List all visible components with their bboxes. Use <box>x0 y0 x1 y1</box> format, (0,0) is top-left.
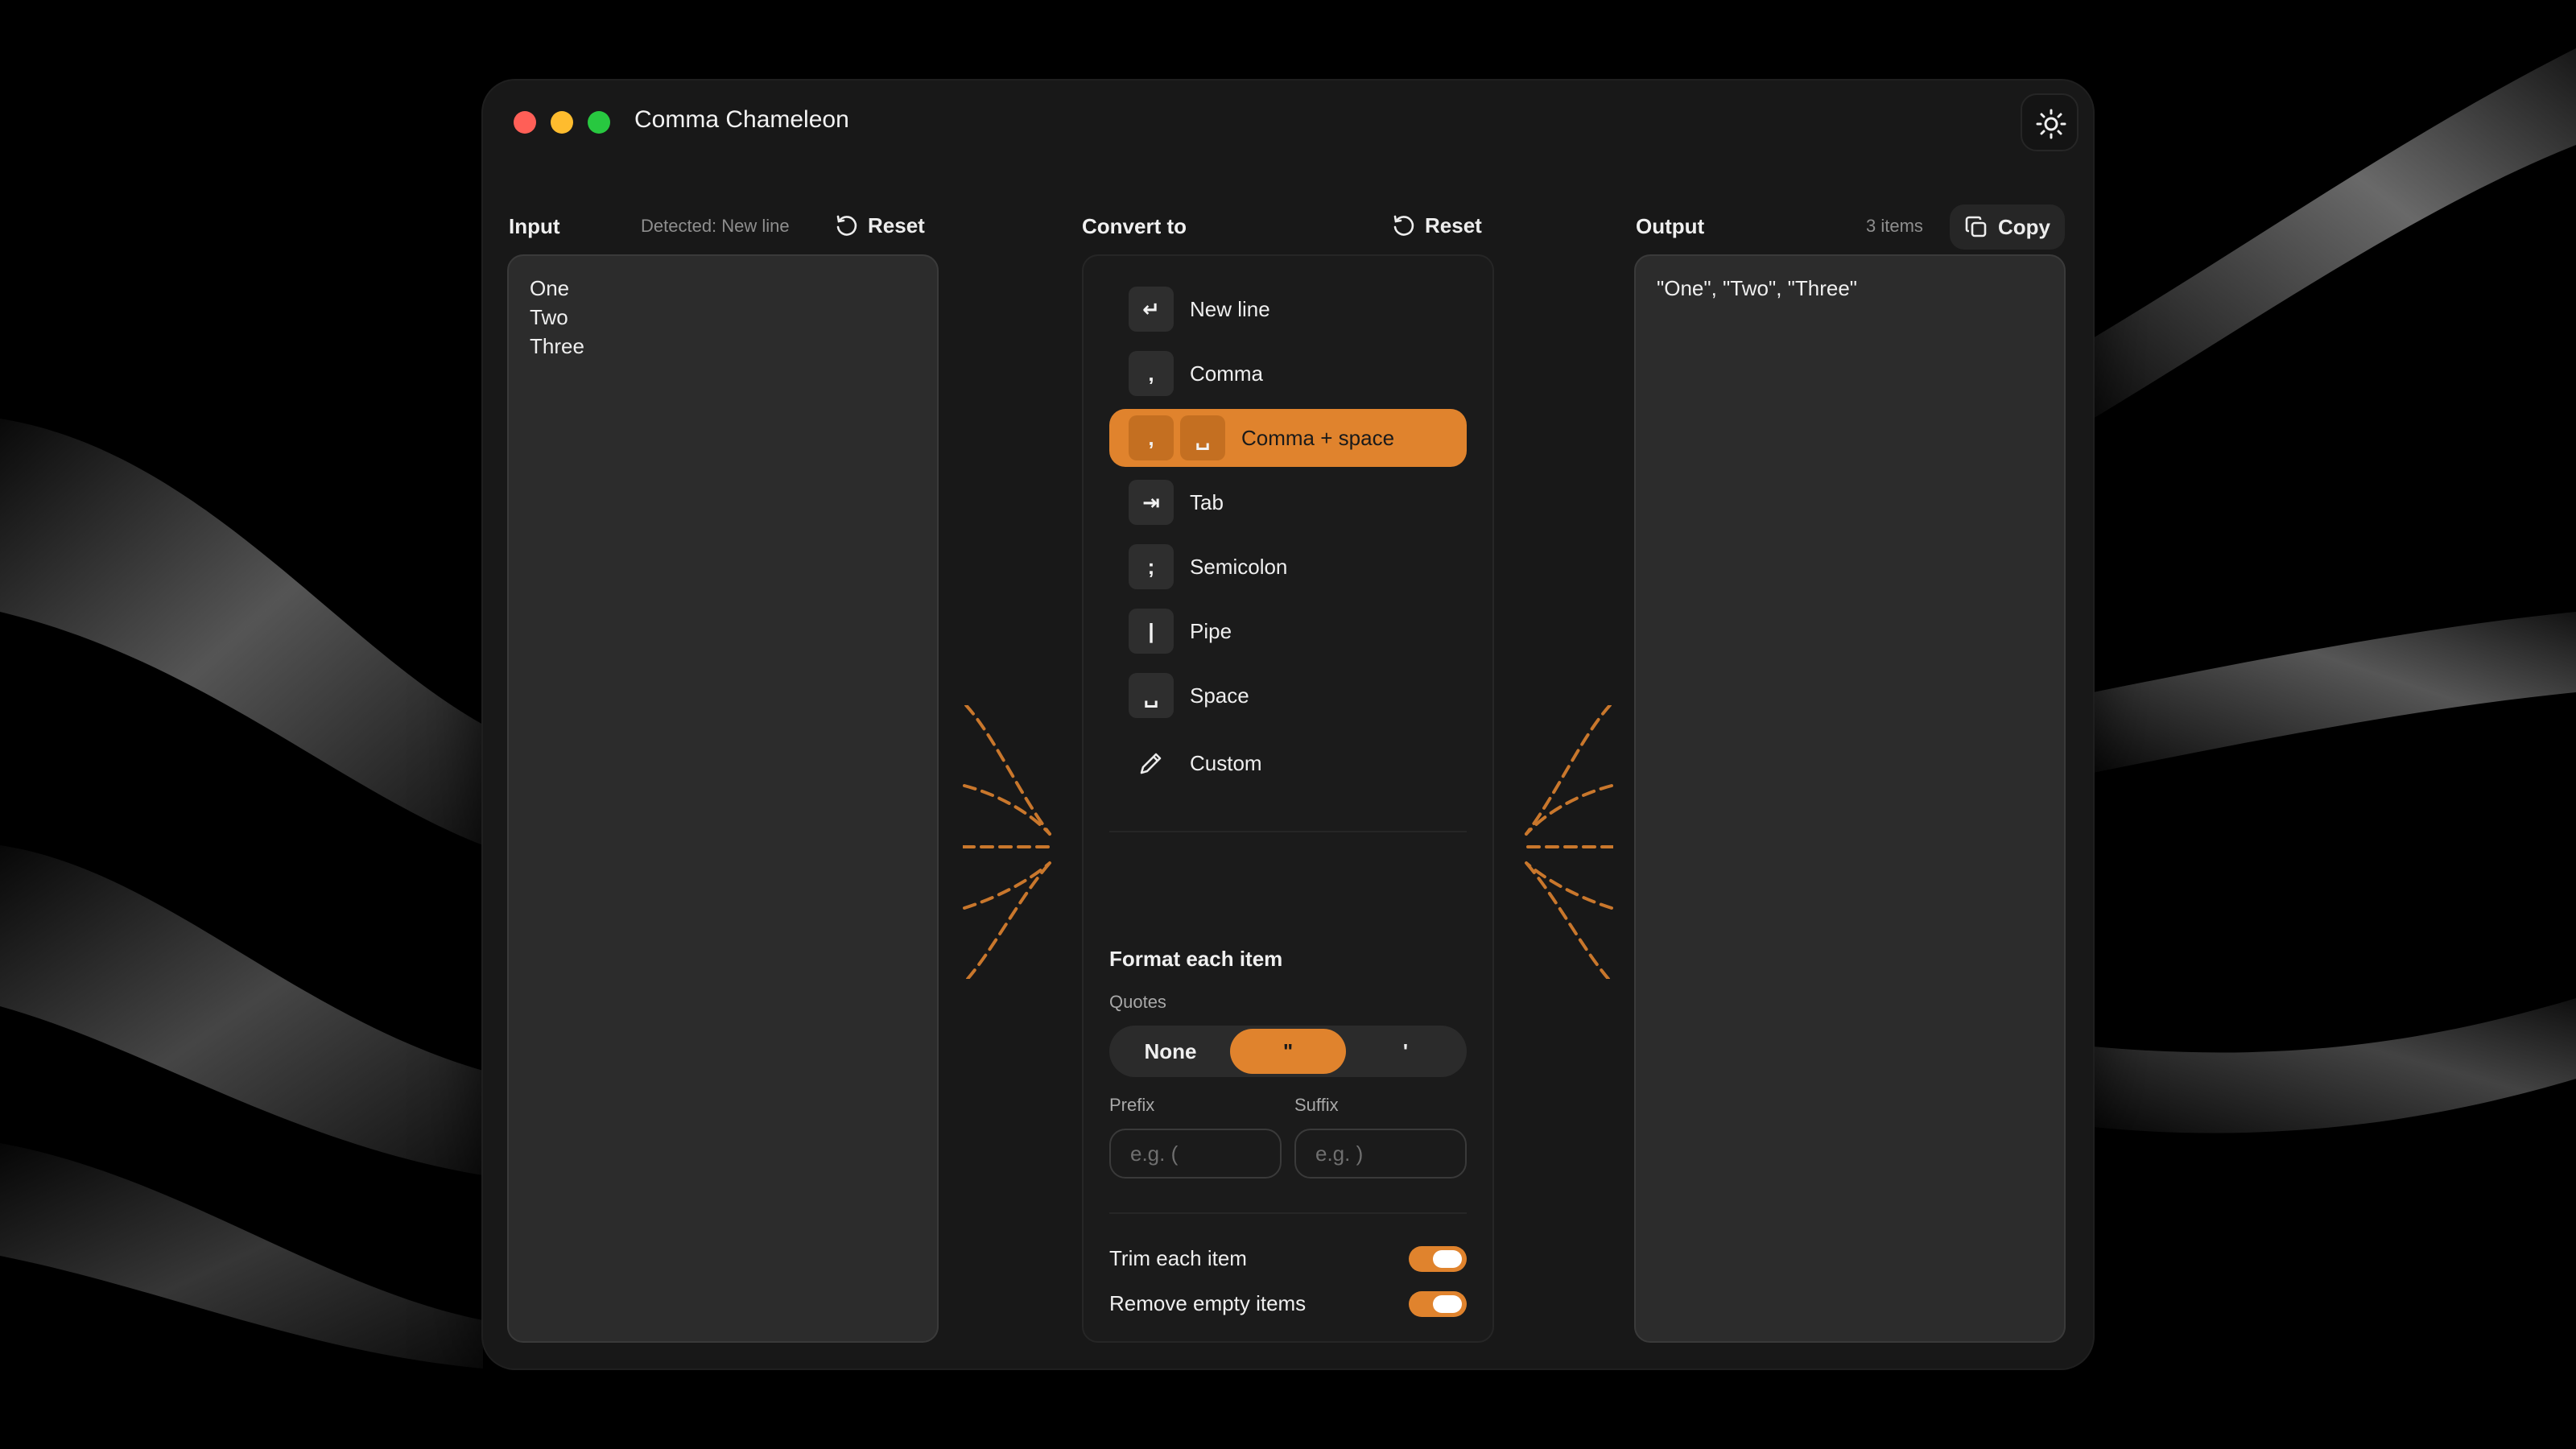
pencil-icon <box>1129 741 1174 786</box>
pipe-icon: | <box>1129 609 1174 654</box>
maximize-window-button[interactable] <box>588 111 610 134</box>
option-label: Space <box>1190 683 1249 708</box>
output-header: Output 3 items Copy <box>1634 201 2066 250</box>
app-title: Comma Chameleon <box>634 106 849 133</box>
sun-icon <box>2036 109 2066 139</box>
option-label: Semicolon <box>1190 554 1288 579</box>
option-label: Custom <box>1190 750 1262 775</box>
quotes-label: Quotes <box>1109 992 1166 1012</box>
option-label: Tab <box>1190 489 1224 514</box>
input-label: Input <box>509 214 560 238</box>
prefix-input[interactable] <box>1109 1129 1282 1179</box>
remove-empty-toggle[interactable] <box>1409 1291 1467 1317</box>
quotes-selector: None " ' <box>1109 1026 1467 1077</box>
items-count: 3 items <box>1866 216 1923 236</box>
space-icon: ␣ <box>1180 415 1225 460</box>
divider <box>1109 831 1467 832</box>
close-window-button[interactable] <box>514 111 536 134</box>
option-label: Comma + space <box>1241 425 1395 450</box>
convert-label: Convert to <box>1082 214 1187 238</box>
comma-icon: , <box>1129 415 1174 460</box>
input-textarea[interactable]: One Two Three <box>507 254 939 1343</box>
suffix-input[interactable] <box>1294 1129 1467 1179</box>
option-label: Pipe <box>1190 618 1232 643</box>
minimize-window-button[interactable] <box>551 111 573 134</box>
trim-label: Trim each item <box>1109 1246 1247 1270</box>
reset-icon <box>1393 215 1414 236</box>
convert-reset-label: Reset <box>1425 213 1482 237</box>
output-connector-graphic <box>1521 705 1613 979</box>
space-icon: ␣ <box>1129 673 1174 718</box>
reset-icon <box>836 215 857 236</box>
divider <box>1109 1212 1467 1214</box>
input-text: One Two Three <box>530 276 584 358</box>
option-custom[interactable]: Custom <box>1109 734 1467 792</box>
input-header: Input Detected: New line Reset <box>507 201 939 250</box>
quotes-single[interactable]: ' <box>1348 1029 1463 1074</box>
option-comma-space[interactable]: , ␣ Comma + space <box>1109 409 1467 467</box>
prefix-label: Prefix <box>1109 1095 1155 1115</box>
copy-icon <box>1965 216 1987 237</box>
input-connector-graphic <box>963 705 1055 979</box>
option-new-line[interactable]: ↵ New line <box>1109 280 1467 338</box>
quotes-double[interactable]: " <box>1230 1029 1346 1074</box>
detected-format: Detected: New line <box>641 216 790 236</box>
option-label: New line <box>1190 296 1270 321</box>
remove-empty-label: Remove empty items <box>1109 1291 1307 1315</box>
return-icon: ↵ <box>1129 287 1174 332</box>
app-window: Comma Chameleon Input Detected: New line… <box>483 80 2093 1368</box>
option-pipe[interactable]: | Pipe <box>1109 602 1467 660</box>
convert-reset-button[interactable]: Reset <box>1391 204 1482 246</box>
convert-header: Convert to Reset <box>1082 201 1494 250</box>
quotes-none[interactable]: None <box>1113 1029 1228 1074</box>
copy-label: Copy <box>1998 214 2050 239</box>
copy-button[interactable]: Copy <box>1950 204 2065 250</box>
option-space[interactable]: ␣ Space <box>1109 667 1467 724</box>
convert-panel: ↵ New line , Comma , ␣ Comma + space ⇥ T… <box>1082 254 1494 1343</box>
input-reset-button[interactable]: Reset <box>834 204 925 246</box>
title-bar: Comma Chameleon <box>483 80 2093 164</box>
option-comma[interactable]: , Comma <box>1109 345 1467 402</box>
output-textarea[interactable]: "One", "Two", "Three" <box>1634 254 2066 1343</box>
toggle-knob <box>1433 1295 1462 1313</box>
theme-toggle-button[interactable] <box>2021 93 2079 151</box>
suffix-label: Suffix <box>1294 1095 1339 1115</box>
comma-icon: , <box>1129 351 1174 396</box>
format-section-title: Format each item <box>1109 947 1283 971</box>
option-semicolon[interactable]: ; Semicolon <box>1109 538 1467 596</box>
option-tab[interactable]: ⇥ Tab <box>1109 473 1467 531</box>
tab-icon: ⇥ <box>1129 480 1174 525</box>
semicolon-icon: ; <box>1129 544 1174 589</box>
option-label: Comma <box>1190 361 1264 386</box>
output-text: "One", "Two", "Three" <box>1657 276 1858 300</box>
input-reset-label: Reset <box>868 213 925 237</box>
output-label: Output <box>1636 214 1705 238</box>
toggle-knob <box>1433 1250 1462 1268</box>
trim-toggle[interactable] <box>1409 1246 1467 1272</box>
